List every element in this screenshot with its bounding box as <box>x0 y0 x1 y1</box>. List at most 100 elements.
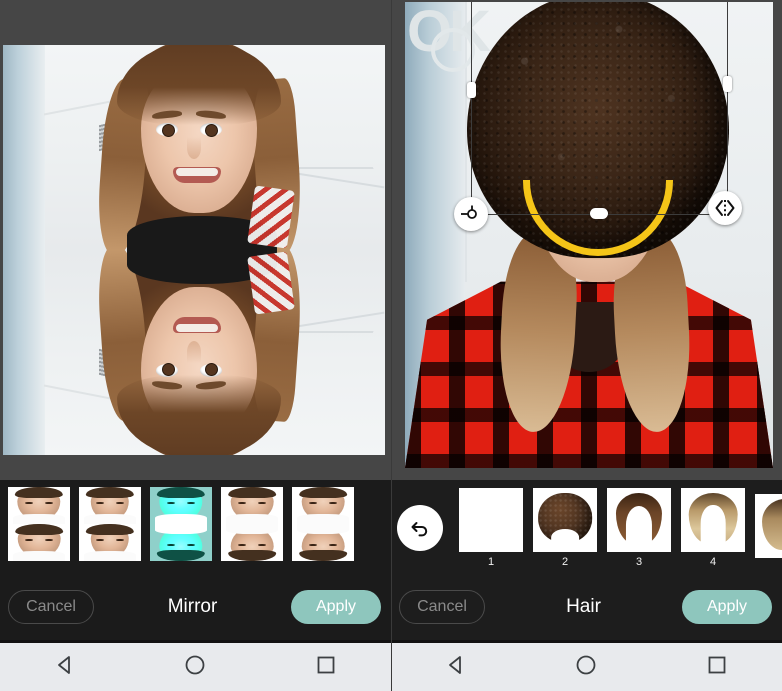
thumb-body <box>154 514 208 524</box>
hair-thumbnail <box>459 488 523 552</box>
screenshot-root: Cancel Mirror Apply OK 1 2 3 4 Cancel Ha… <box>0 0 782 691</box>
hair-option-label: 4 <box>709 556 717 568</box>
thumb-eye-left-2 <box>328 543 337 547</box>
hair-option-3[interactable]: 3 <box>607 488 671 568</box>
pupil-right-mirrored <box>205 363 218 376</box>
thumb-image <box>79 487 141 561</box>
hair-thumbnail-strip[interactable]: 1 2 3 4 <box>391 480 782 576</box>
tool-title: Mirror <box>167 596 218 617</box>
hair-option-label: 1 <box>487 556 495 568</box>
portrait-subject-mirrored <box>94 250 306 455</box>
teeth-mirrored <box>176 324 218 332</box>
hair-thumbnail <box>533 488 597 552</box>
mirror-top-half <box>3 45 385 250</box>
thumb-body-2 <box>225 514 279 524</box>
thumb-hair <box>156 487 206 499</box>
pupil-left-mirrored <box>162 363 175 376</box>
thumb-image <box>8 487 70 561</box>
hair-thumbnail <box>681 488 745 552</box>
android-navigation-bar <box>391 640 782 691</box>
thumb-hair-2 <box>298 549 348 561</box>
apply-button[interactable]: Apply <box>291 590 381 624</box>
wig-afro <box>538 493 592 546</box>
mirror-thumbnail-4[interactable] <box>221 487 283 561</box>
hair-action-bar: Cancel Hair Apply <box>391 571 782 643</box>
recents-icon[interactable] <box>314 653 338 682</box>
thumb-hair-2 <box>14 524 64 536</box>
mouth <box>173 167 221 183</box>
thumb-hair <box>14 487 64 499</box>
thumb-eye-left <box>257 543 266 547</box>
hair-thumbnail <box>755 494 782 558</box>
thumb-body-2 <box>154 524 208 534</box>
home-icon[interactable] <box>574 653 598 682</box>
android-navigation-bar <box>0 640 391 691</box>
plaid-shirt <box>405 281 773 468</box>
thumb-body-2 <box>83 551 137 561</box>
wig-bob-short <box>467 493 514 547</box>
thumb-hair <box>298 487 348 499</box>
thumb-body <box>83 514 137 524</box>
thumb-hair-2 <box>85 524 135 536</box>
back-icon[interactable] <box>53 653 77 682</box>
mirror-thumbnail-2[interactable] <box>79 487 141 561</box>
mirror-bottom-half <box>3 250 385 455</box>
thumb-hair <box>227 549 277 561</box>
mirror-thumbnail-3[interactable] <box>150 487 212 561</box>
undo-button[interactable] <box>397 505 443 551</box>
thumb-eye-right-2 <box>186 543 195 547</box>
tool-title: Hair <box>566 596 601 617</box>
nose <box>187 137 201 159</box>
left-canvas-area <box>0 0 391 480</box>
hair-option-4[interactable]: 4 <box>681 488 745 568</box>
mirror-thumbnail-strip[interactable] <box>0 480 391 568</box>
right-phone-screen: OK 1 2 3 4 Cancel Hair Apply <box>391 0 782 691</box>
back-icon[interactable] <box>444 653 468 682</box>
hair-option-1[interactable]: 1 <box>459 488 523 568</box>
thumb-hair <box>85 487 135 499</box>
mirror-action-bar: Cancel Mirror Apply <box>0 571 391 643</box>
hair-option-label: 3 <box>635 556 643 568</box>
pupil-left <box>162 124 175 137</box>
mouth-mirrored <box>173 317 221 333</box>
home-icon[interactable] <box>183 653 207 682</box>
watermark-face-icon <box>431 28 475 72</box>
hair-option-2[interactable]: 2 <box>533 488 597 568</box>
thumb-image <box>292 487 354 561</box>
hair-editor-panel: 1 2 3 4 Cancel Hair Apply <box>391 480 782 643</box>
thumb-body <box>225 524 279 534</box>
wig-with-accessory <box>762 499 782 551</box>
hair-option-label: 2 <box>561 556 569 568</box>
thumb-body-2 <box>12 551 66 561</box>
pupil-right <box>205 124 218 137</box>
thumb-hair-2 <box>156 549 206 561</box>
recents-icon[interactable] <box>705 653 729 682</box>
thumb-body <box>296 514 350 524</box>
mirror-thumbnail-5[interactable] <box>292 487 354 561</box>
left-phone-screen: Cancel Mirror Apply <box>0 0 391 691</box>
mirror-preview-photo[interactable] <box>3 45 385 455</box>
teeth <box>176 168 218 176</box>
hair-preview-photo[interactable]: OK <box>405 2 773 468</box>
right-canvas-area: OK <box>391 0 782 480</box>
hair-thumbnail <box>607 488 671 552</box>
thumb-body-2 <box>296 524 350 534</box>
wig-blonde-wavy <box>688 493 738 545</box>
apply-button[interactable]: Apply <box>682 590 772 624</box>
thumb-body <box>12 514 66 524</box>
portrait-subject <box>94 45 306 250</box>
hair-option-5[interactable] <box>755 494 782 562</box>
wig-brunette-long <box>615 493 663 545</box>
nose-mirrored <box>187 341 201 363</box>
scarf-mirrored <box>247 251 295 315</box>
undo-arrow-icon <box>411 522 428 537</box>
cancel-button[interactable]: Cancel <box>399 590 485 624</box>
mirror-editor-panel: Cancel Mirror Apply <box>0 480 391 643</box>
thumb-image <box>221 487 283 561</box>
mirror-thumbnail-1[interactable] <box>8 487 70 561</box>
screen-divider <box>391 0 392 691</box>
thumb-hair-2 <box>227 487 277 499</box>
scarf <box>247 185 295 249</box>
thumb-image <box>150 487 212 561</box>
cancel-button[interactable]: Cancel <box>8 590 94 624</box>
